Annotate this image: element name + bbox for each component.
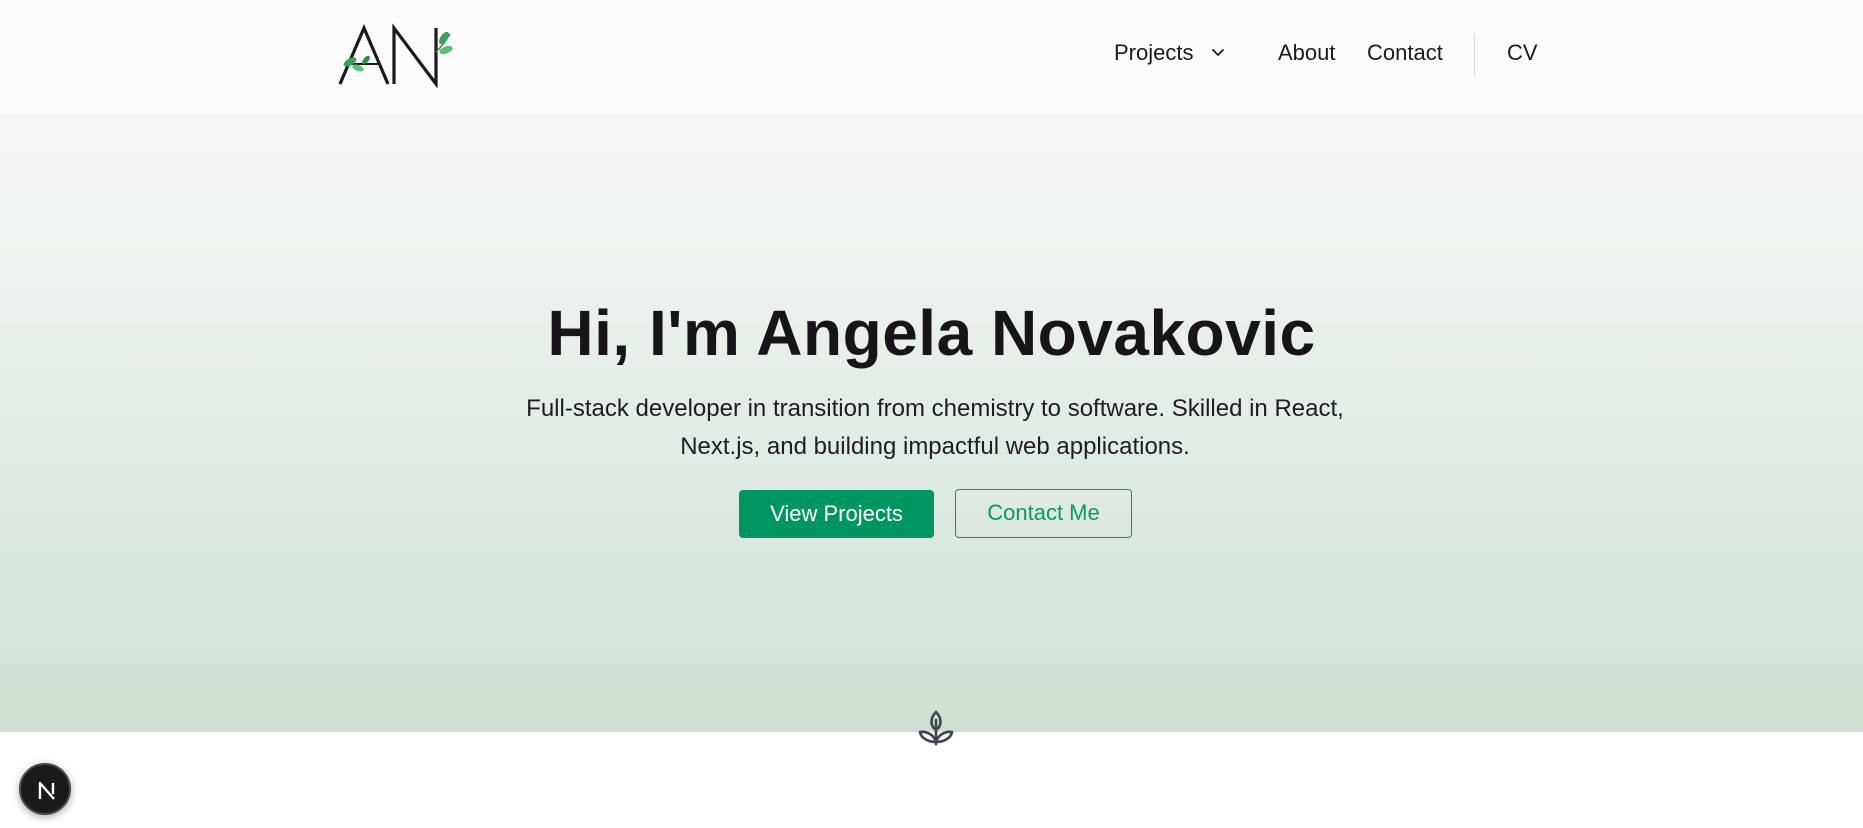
nav-contact[interactable]: Contact	[1367, 40, 1443, 66]
nav-about[interactable]: About	[1278, 40, 1336, 66]
chevron-down-icon[interactable]	[1210, 46, 1226, 60]
site-header: Projects About Contact CV	[0, 0, 1863, 115]
nav-divider	[1474, 34, 1475, 76]
hero-subtitle: Full-stack developer in transition from …	[526, 395, 1344, 460]
main-nav: Projects About Contact CV	[0, 0, 1863, 108]
sprout-icon	[918, 710, 954, 746]
nav-cv[interactable]: CV	[1507, 40, 1538, 66]
view-projects-button[interactable]: View Projects	[739, 490, 934, 538]
contact-me-button[interactable]: Contact Me	[955, 489, 1132, 538]
nav-projects[interactable]: Projects	[1114, 40, 1193, 66]
nextjs-logo-icon	[38, 781, 55, 800]
hero-title: Hi, I'm Angela Novakovic	[547, 297, 1316, 369]
nextjs-devtools-button[interactable]	[19, 763, 71, 815]
